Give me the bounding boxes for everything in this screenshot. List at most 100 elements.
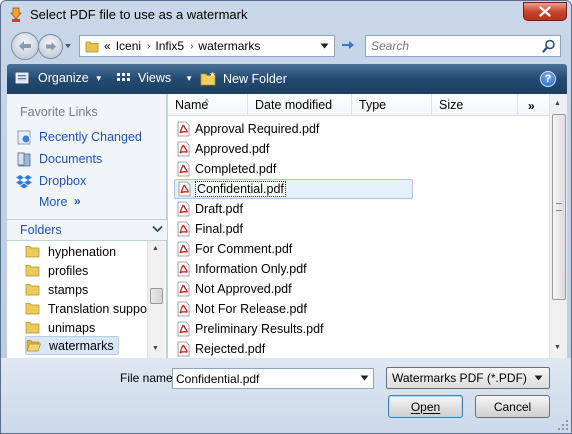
pdf-file-icon bbox=[177, 201, 190, 217]
caret-down-icon: ▼ bbox=[94, 73, 103, 83]
views-button[interactable]: Views ▼ bbox=[116, 71, 193, 85]
folder-icon bbox=[25, 246, 40, 258]
file-row[interactable]: Not For Release.pdf bbox=[176, 299, 307, 319]
breadcrumb-separator[interactable]: › bbox=[147, 41, 150, 52]
tree-item-stamps[interactable]: stamps bbox=[25, 280, 88, 299]
file-row[interactable]: Not Approved.pdf bbox=[176, 279, 292, 299]
resize-grip-icon[interactable] bbox=[557, 419, 569, 431]
file-row[interactable]: Final.pdf bbox=[176, 219, 243, 239]
pdf-file-icon bbox=[177, 161, 190, 177]
search-box[interactable] bbox=[365, 35, 561, 57]
open-button[interactable]: Open bbox=[388, 395, 463, 418]
column-header-label: Name bbox=[175, 98, 209, 112]
column-headers: Name ^ Date modified Type Size » bbox=[168, 94, 549, 116]
folder-icon bbox=[25, 322, 40, 334]
breadcrumb-separator[interactable]: › bbox=[190, 41, 193, 52]
folder-tree-scrollbar[interactable]: ▲ ▼ bbox=[147, 241, 164, 358]
address-bar[interactable]: « Iceni › Infix5 › watermarks bbox=[79, 35, 335, 57]
more-columns-chevron-icon[interactable]: » bbox=[528, 99, 535, 113]
tree-item-hyphenation[interactable]: hyphenation bbox=[25, 242, 116, 261]
arrow-right-icon bbox=[45, 42, 56, 51]
tree-item-unimaps[interactable]: unimaps bbox=[25, 318, 95, 337]
folders-header[interactable]: Folders bbox=[7, 219, 167, 241]
back-button[interactable] bbox=[11, 32, 39, 60]
file-row[interactable]: Approved.pdf bbox=[176, 139, 269, 159]
history-dropdown-icon[interactable] bbox=[63, 41, 73, 51]
file-row[interactable]: Preliminary Results.pdf bbox=[176, 319, 324, 339]
file-row[interactable]: For Comment.pdf bbox=[176, 239, 292, 259]
title-bar: Select PDF file to use as a watermark bbox=[1, 1, 571, 29]
caret-down-icon: ▼ bbox=[185, 73, 194, 83]
new-folder-label: New Folder bbox=[223, 71, 287, 86]
scrollbar-thumb[interactable] bbox=[150, 288, 163, 304]
search-input[interactable] bbox=[366, 36, 536, 56]
file-type-value: Watermarks PDF (*.PDF) bbox=[392, 371, 527, 385]
breadcrumb-iceni[interactable]: Iceni bbox=[116, 39, 141, 53]
file-name-combobox[interactable] bbox=[172, 368, 374, 389]
scroll-down-icon[interactable]: ▼ bbox=[152, 345, 159, 352]
scroll-up-icon[interactable]: ▲ bbox=[554, 100, 561, 107]
help-button[interactable]: ? bbox=[540, 71, 556, 87]
address-overflow[interactable]: « bbox=[104, 39, 111, 53]
chevron-down-icon[interactable] bbox=[152, 225, 163, 233]
folders-label: Folders bbox=[20, 223, 62, 237]
file-list-scrollbar[interactable]: ▲ ▼ bbox=[549, 94, 567, 358]
file-name: For Comment.pdf bbox=[195, 242, 293, 256]
pdf-file-icon bbox=[177, 141, 190, 157]
file-row[interactable]: Completed.pdf bbox=[176, 159, 276, 179]
fav-link-documents[interactable]: Documents bbox=[16, 150, 102, 168]
column-header-date-modified[interactable]: Date modified bbox=[248, 94, 352, 116]
scrollbar-grip bbox=[556, 203, 562, 211]
tree-item-profiles[interactable]: profiles bbox=[25, 261, 88, 280]
scroll-down-icon[interactable]: ▼ bbox=[554, 344, 561, 351]
breadcrumb-infix5[interactable]: Infix5 bbox=[155, 39, 184, 53]
organize-icon bbox=[15, 72, 29, 84]
file-name-input[interactable] bbox=[176, 371, 356, 386]
recently-changed-icon bbox=[16, 129, 32, 145]
chevron-down-icon[interactable] bbox=[360, 375, 369, 381]
breadcrumb-watermarks[interactable]: watermarks bbox=[198, 39, 260, 53]
organize-label: Organize bbox=[38, 71, 89, 85]
file-name: Completed.pdf bbox=[195, 162, 277, 176]
fav-link-recently-changed[interactable]: Recently Changed bbox=[16, 128, 142, 146]
folder-icon bbox=[25, 284, 40, 296]
cancel-button[interactable]: Cancel bbox=[475, 395, 550, 418]
column-header-size[interactable]: Size bbox=[432, 94, 518, 116]
scrollbar-thumb[interactable] bbox=[552, 114, 566, 300]
refresh-icon bbox=[342, 41, 354, 49]
more-links-button[interactable]: More bbox=[39, 195, 67, 209]
organize-button[interactable]: Organize ▼ bbox=[15, 71, 103, 85]
file-row[interactable]: Approval Required.pdf bbox=[176, 119, 319, 139]
file-name: Approved.pdf bbox=[195, 142, 270, 156]
fav-link-dropbox[interactable]: Dropbox bbox=[16, 172, 86, 190]
file-row[interactable]: Information Only.pdf bbox=[176, 259, 307, 279]
tree-item-translation-support[interactable]: Translation suppor bbox=[25, 299, 147, 318]
file-row[interactable]: Draft.pdf bbox=[176, 199, 243, 219]
tree-item-label: watermarks bbox=[49, 338, 114, 353]
chevron-down-icon bbox=[534, 375, 543, 381]
search-icon[interactable] bbox=[542, 39, 556, 53]
forward-button[interactable] bbox=[38, 34, 63, 59]
file-name: Not For Release.pdf bbox=[195, 302, 307, 316]
pdf-file-icon bbox=[177, 321, 190, 337]
folder-icon bbox=[25, 303, 40, 315]
tree-item-label: hyphenation bbox=[48, 244, 117, 259]
more-chevron-icon[interactable]: » bbox=[74, 194, 81, 208]
file-dialog-window: Select PDF file to use as a watermark « … bbox=[0, 0, 572, 434]
documents-icon bbox=[16, 151, 32, 167]
new-folder-icon bbox=[200, 71, 216, 86]
file-name: Approval Required.pdf bbox=[195, 122, 320, 136]
chevron-down-icon[interactable] bbox=[320, 43, 329, 49]
file-type-select[interactable]: Watermarks PDF (*.PDF) bbox=[386, 367, 550, 389]
column-header-name[interactable]: Name ^ bbox=[168, 94, 248, 116]
close-button[interactable] bbox=[523, 2, 567, 21]
pdf-file-icon bbox=[177, 261, 190, 277]
tree-item-watermarks[interactable]: watermarks bbox=[25, 336, 119, 355]
app-icon bbox=[10, 7, 22, 22]
scroll-up-icon[interactable]: ▲ bbox=[152, 245, 159, 252]
file-row[interactable]: Confidential.pdf bbox=[174, 179, 413, 199]
new-folder-button[interactable]: New Folder bbox=[200, 71, 287, 86]
column-header-type[interactable]: Type bbox=[352, 94, 432, 116]
file-row[interactable]: Rejected.pdf bbox=[176, 339, 265, 358]
refresh-button[interactable] bbox=[337, 35, 359, 57]
